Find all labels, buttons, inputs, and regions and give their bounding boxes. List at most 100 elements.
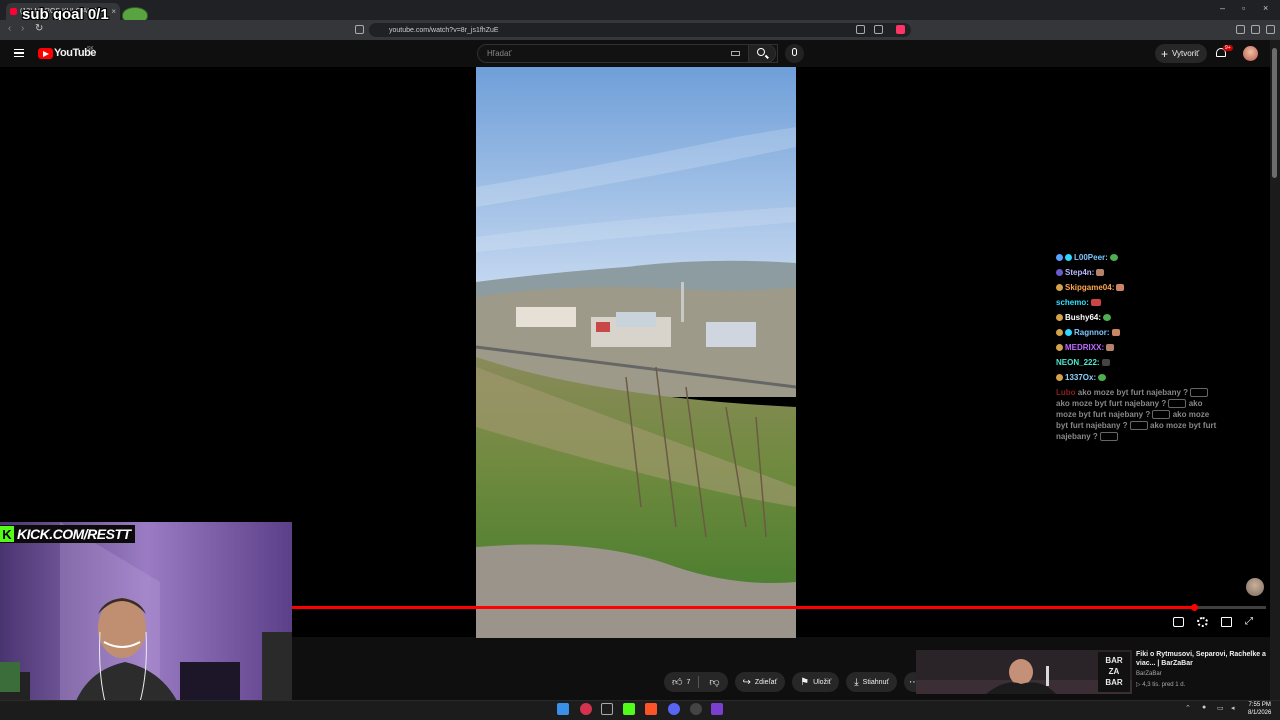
thumbs-down-icon[interactable]: 👎︎ [709, 676, 719, 688]
network-icon[interactable]: ▭ [1217, 704, 1224, 712]
chat-line: Skipgame04: [1056, 280, 1221, 295]
recommended-channel[interactable]: BarZaBar [1136, 671, 1162, 677]
chat-badge-icon [1065, 254, 1072, 261]
account-avatar[interactable] [1243, 46, 1258, 61]
chat-line: Ragnnor: [1056, 325, 1221, 340]
like-button[interactable]: 👍︎ 7 👎︎ [664, 672, 728, 692]
miniplayer-icon[interactable] [1221, 617, 1232, 627]
video-frame[interactable] [476, 67, 796, 638]
recommended-meta: ▷ 4,3 tis. pred 1 d. [1136, 682, 1186, 688]
chat-badge-icon [1056, 254, 1063, 261]
progress-fill [292, 606, 1194, 609]
scrollbar-thumb[interactable] [1272, 48, 1277, 178]
brave-taskbar-icon[interactable] [645, 703, 657, 715]
chat-emote-icon [1168, 399, 1187, 409]
landscape-video-image [476, 67, 796, 638]
chat-badge-icon [1065, 329, 1072, 336]
extensions-icon[interactable] [1236, 25, 1245, 34]
chat-line: NEON_222: [1056, 355, 1221, 370]
chat-username: L00Peer: [1074, 253, 1108, 262]
kick-taskbar-icon[interactable] [623, 703, 635, 715]
create-button[interactable]: + Vytvoriť [1155, 44, 1207, 63]
save-button[interactable]: ⚑ Uložiť [792, 672, 840, 692]
kick-channel-text: KICK.COM/RESTT [17, 526, 131, 542]
chat-emote-icon [1090, 299, 1101, 306]
chat-emote-icon [1109, 254, 1118, 261]
close-tab-icon[interactable]: × [111, 7, 116, 16]
maximize-icon[interactable]: ▫ [1242, 3, 1245, 13]
chat-badge-icon [1056, 314, 1063, 321]
chat-emote-icon [1096, 269, 1105, 276]
voice-search-button[interactable] [785, 44, 804, 63]
thumb-logo-line: BAR [1105, 656, 1123, 665]
windows-start-icon[interactable] [557, 703, 569, 715]
brave-shield-icon[interactable] [896, 25, 905, 34]
divider [698, 676, 700, 688]
taskbar-app-icon[interactable] [601, 703, 613, 715]
hamburger-menu-icon[interactable] [14, 49, 24, 57]
chat-line: MEDRIXX: [1056, 340, 1221, 355]
translate-icon[interactable] [856, 25, 865, 34]
chat-username: Skipgame04: [1065, 283, 1115, 292]
progress-scrubber[interactable] [1190, 604, 1198, 611]
plus-icon: + [1161, 46, 1169, 61]
recommended-title[interactable]: Fiki o Rytmusovi, Separovi, Rachelke a v… [1136, 650, 1266, 668]
fullscreen-icon[interactable]: ⤢ [1245, 617, 1256, 627]
chat-username: Ragnnor: [1074, 328, 1110, 337]
subtitles-icon[interactable] [1173, 617, 1184, 627]
keyboard-icon[interactable] [731, 51, 740, 56]
chat-message-text: ako moze byt furt najebany ? [1077, 388, 1189, 397]
taskbar-app-icon[interactable] [580, 703, 592, 715]
country-code: SK [87, 46, 94, 52]
chat-emote-icon [1098, 374, 1107, 381]
clock-date: 8/1/2026 [1248, 710, 1272, 716]
chat-badge-icon [1056, 344, 1063, 351]
recommended-thumbnail[interactable]: BAR ZA BAR [916, 650, 1132, 694]
chat-badge-icon [1056, 329, 1063, 336]
reload-icon[interactable]: ↻ [35, 23, 43, 34]
video-actions: 👍︎ 7 👎︎ ↪ Zdieľať ⚑ Uložiť ⤓ Stiahnuť ⋯ [664, 672, 925, 692]
url-field[interactable]: youtube.com/watch?v=8r_js1fhZuE [369, 23, 911, 37]
minimize-icon[interactable]: – [1220, 3, 1225, 13]
discord-taskbar-icon[interactable] [668, 703, 680, 715]
mini-avatar [1246, 578, 1264, 596]
chat-badge-icon [1056, 374, 1063, 381]
chat-line: L00Peer: [1056, 250, 1221, 265]
cast-icon[interactable] [874, 25, 883, 34]
windows-taskbar [0, 700, 1280, 720]
thumb-logo-line: BAR [1105, 678, 1123, 687]
settings-gear-icon[interactable] [1197, 617, 1208, 627]
menu-icon[interactable] [1266, 25, 1275, 34]
tray-chevron-icon[interactable]: ⌃ [1185, 704, 1191, 712]
bookmark-icon[interactable] [355, 25, 364, 34]
chat-username: Lubo [1056, 388, 1076, 397]
microphone-icon [792, 48, 797, 56]
chat-username: Bushy64: [1065, 313, 1102, 322]
clock-time: 7:55 PM [1248, 702, 1271, 708]
system-clock[interactable]: 7:55 PM 8/1/2026 [1248, 701, 1271, 717]
search-icon [757, 48, 765, 56]
close-window-icon[interactable]: × [1263, 3, 1268, 13]
forward-icon[interactable]: › [21, 23, 24, 34]
notifications-badge: 9+ [1223, 45, 1233, 51]
youtube-favicon-icon [10, 8, 17, 15]
recommended-thumbnail-image: BAR ZA BAR [916, 650, 1132, 694]
bookmark-save-icon: ⚑ [800, 676, 810, 688]
youtube-logo-icon[interactable] [38, 48, 53, 59]
microphone-tray-icon[interactable]: ● [1202, 704, 1206, 711]
search-button[interactable] [748, 44, 776, 63]
obs-taskbar-icon[interactable] [690, 703, 702, 715]
volume-icon[interactable]: ◂ [1231, 704, 1235, 712]
sidebar-icon[interactable] [1251, 25, 1260, 34]
save-label: Uložiť [813, 678, 832, 686]
taskbar-app-icon[interactable] [711, 703, 723, 715]
search-placeholder: Hľadať [487, 49, 512, 58]
download-label: Stiahnuť [862, 678, 890, 686]
kick-badge: K KICK.COM/RESTT [0, 525, 135, 543]
back-icon[interactable]: ‹ [8, 23, 11, 34]
chat-emote-icon [1129, 421, 1148, 431]
share-button[interactable]: ↪ Zdieľať [734, 672, 786, 692]
chat-emote-icon [1103, 314, 1112, 321]
download-button[interactable]: ⤓ Stiahnuť [846, 672, 898, 692]
progress-bar[interactable] [292, 604, 1266, 611]
